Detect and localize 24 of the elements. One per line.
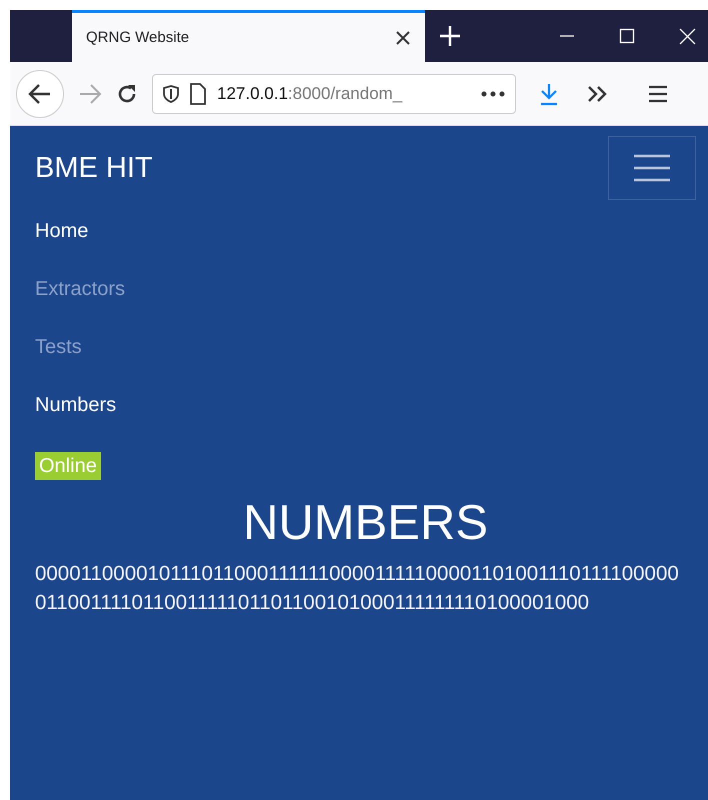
more-icon[interactable] (481, 90, 505, 96)
random-numbers: 00001100001011101100011111100001111100001101001110111100000011001111011001111101101100101000111111110100001000 (35, 561, 680, 616)
menu-icon[interactable] (648, 84, 668, 102)
browser-tab[interactable]: QRNG Website (72, 10, 425, 62)
status-badge: Online (35, 452, 101, 480)
close-icon[interactable] (395, 30, 411, 46)
page-heading: NUMBERS (242, 495, 490, 551)
address-bar[interactable]: 127.0.0.1:8000/random_ (152, 74, 516, 114)
back-arrow-icon (28, 82, 52, 104)
menu-button[interactable] (608, 136, 696, 200)
nav-link[interactable]: Numbers (35, 394, 116, 416)
reload-icon[interactable] (116, 82, 138, 104)
tab-title: QRNG Website (86, 29, 190, 46)
nav-link[interactable]: Home (35, 220, 88, 242)
url-text: 127.0.0.1:8000/random_ (217, 84, 404, 104)
shield-icon (163, 84, 179, 102)
back-button[interactable] (16, 70, 64, 118)
plus-icon[interactable] (439, 25, 461, 47)
page-icon (189, 82, 207, 104)
download-icon[interactable] (538, 82, 560, 106)
overflow-icon[interactable] (586, 84, 608, 104)
menu-icon (632, 153, 672, 183)
maximize-icon[interactable] (619, 28, 635, 44)
brand-link[interactable]: BME HIT (35, 152, 153, 184)
